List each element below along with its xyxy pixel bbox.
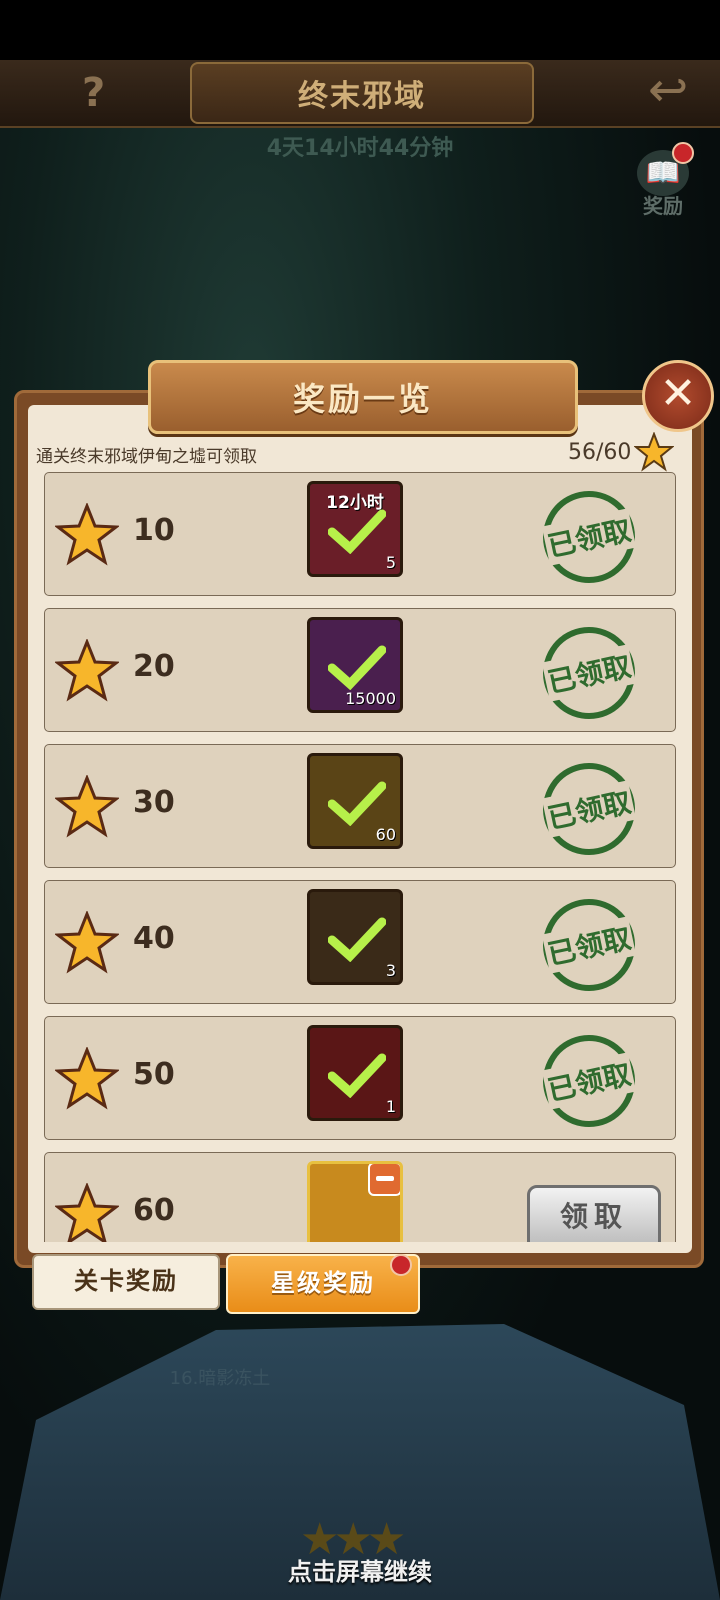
help-button[interactable]: ? [82,70,105,116]
reward-row: 10 12小时 5 已领取 [44,472,676,596]
checkmark-icon [328,645,386,690]
claimed-stamp: 已领取 [534,482,644,592]
notification-dot [390,1254,412,1276]
item-quantity: 3 [385,961,396,980]
claimed-stamp: 已领取 [534,618,644,728]
star-progress: 56/60 [568,440,632,465]
star-icon [634,432,674,472]
star-requirement: 30 [133,785,175,820]
star-requirement: 50 [133,1057,175,1092]
reward-row: 60 领取 [44,1152,676,1242]
close-icon: ✕ [659,368,697,419]
reward-item-icon[interactable]: 12小时 5 [307,481,403,577]
panel-banner: 奖励一览 [148,360,578,434]
star-icon [55,1183,119,1242]
star-icon [55,1047,119,1110]
stage-label[interactable]: 16.暗影冻土 [0,1364,440,1390]
reward-item-icon[interactable] [307,1161,403,1242]
star-requirement: 40 [133,921,175,956]
close-button[interactable]: ✕ [642,360,714,432]
reward-row: 50 1 已领取 [44,1016,676,1140]
panel-subtitle: 通关终末邪域伊甸之墟可领取 [36,447,257,467]
countdown-timer: 4天14小时44分钟 [266,136,454,161]
item-quantity: 15000 [345,689,396,708]
checkmark-icon [328,509,386,554]
title-plate: 终末邪域 [190,62,534,124]
star-requirement: 20 [133,649,175,684]
checkmark-icon [328,917,386,962]
reward-item-icon[interactable]: 1 [307,1025,403,1121]
minus-badge-icon [368,1164,400,1196]
notification-dot [672,142,694,164]
status-bar [0,0,720,60]
claimed-stamp: 已领取 [534,890,644,1000]
checkmark-icon [328,1053,386,1098]
tab-stage-rewards[interactable]: 关卡奖励 [32,1254,220,1310]
star-requirement: 60 [133,1193,175,1228]
claimed-stamp: 已领取 [534,754,644,864]
star-icon [55,639,119,702]
claim-button[interactable]: 领取 [527,1185,661,1242]
back-button[interactable]: ↩ [648,62,688,118]
item-quantity: 5 [385,553,396,572]
reward-item-icon[interactable]: 60 [307,753,403,849]
reward-row: 30 60 已领取 [44,744,676,868]
star-requirement: 10 [133,513,175,548]
star-icon [55,503,119,566]
reward-item-icon[interactable]: 15000 [307,617,403,713]
panel-title: 奖励一览 [292,380,433,418]
checkmark-icon [328,781,386,826]
reward-shortcut-button[interactable]: 📖 奖励 [632,142,694,220]
reward-item-icon[interactable]: 3 [307,889,403,985]
reward-shortcut-label: 奖励 [643,194,683,218]
reward-row: 40 3 已领取 [44,880,676,1004]
continue-hint[interactable]: 点击屏幕继续 [0,1552,720,1587]
reward-row: 20 15000 已领取 [44,608,676,732]
claimed-stamp: 已领取 [534,1026,644,1136]
star-icon [55,775,119,838]
page-title: 终末邪域 [298,79,426,114]
item-quantity: 60 [375,825,396,844]
reward-list[interactable]: 10 12小时 5 已领取 20 15000 已领取 30 60 已领取 40 … [44,472,676,1242]
item-quantity: 1 [385,1097,396,1116]
star-icon [55,911,119,974]
